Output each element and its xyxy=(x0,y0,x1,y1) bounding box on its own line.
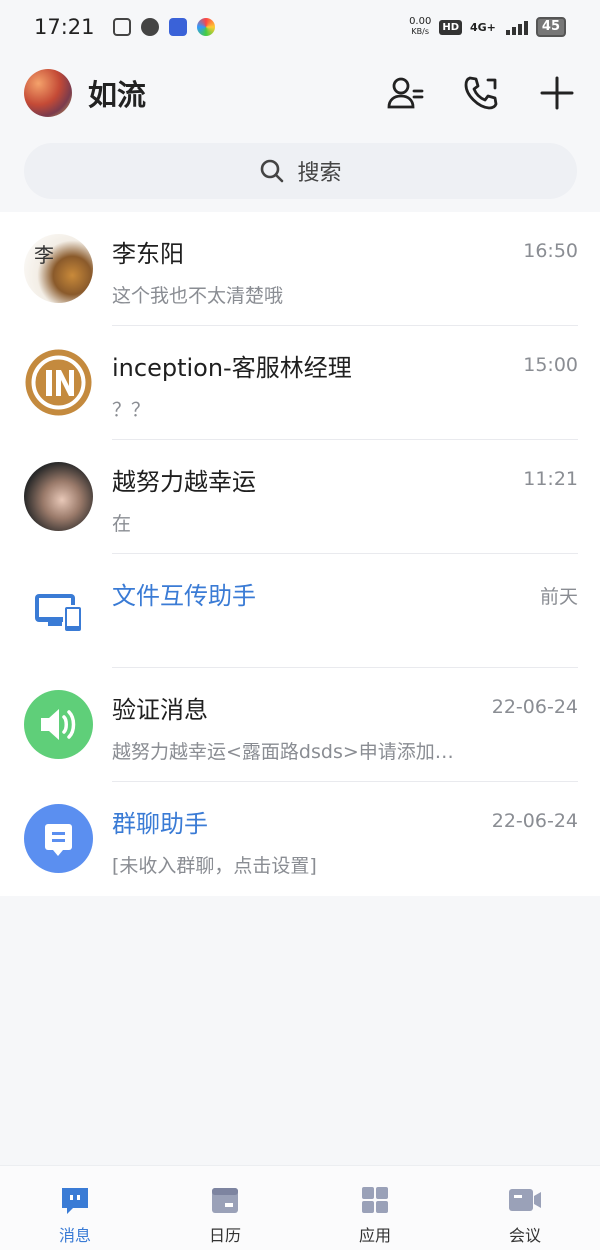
hd-badge: HD xyxy=(439,19,462,35)
notification-speed-icon xyxy=(140,18,159,36)
chat-avatar xyxy=(24,462,93,531)
chat-time: 15:00 xyxy=(523,354,578,376)
battery-icon: 45 xyxy=(535,17,566,37)
app-header: 如流 xyxy=(0,62,600,124)
status-right: 0.00 KB/s HD 4G+ 45 xyxy=(409,17,566,37)
chat-time: 11:21 xyxy=(523,468,578,490)
add-button[interactable] xyxy=(538,74,576,112)
plus-icon xyxy=(540,76,574,110)
status-notification-icons xyxy=(112,18,215,36)
chat-time: 16:50 xyxy=(523,240,578,262)
verify-avatar xyxy=(24,690,93,759)
phone-call-icon xyxy=(464,76,498,110)
chat-preview: 越努力越幸运<露面路dsds>申请添加… xyxy=(112,741,454,763)
net-speed-value: 0.00 xyxy=(409,16,432,27)
chat-time: 22-06-24 xyxy=(491,696,578,718)
chat-time: 22-06-24 xyxy=(491,810,578,832)
speaker-icon xyxy=(41,709,76,740)
chat-avatar xyxy=(24,348,93,417)
contacts-button[interactable] xyxy=(386,74,424,112)
network-type: 4G+ xyxy=(470,20,496,34)
nav-label: 消息 xyxy=(58,1226,91,1245)
nav-tab-apps[interactable]: 应用 xyxy=(300,1166,450,1250)
bottom-nav: 消息 日历 应用 会议 xyxy=(0,1165,600,1250)
search-placeholder: 搜索 xyxy=(297,161,342,186)
search-icon xyxy=(261,159,284,183)
page-title: 如流 xyxy=(88,78,147,112)
chat-name: 李东阳 xyxy=(112,240,184,268)
nav-label: 会议 xyxy=(508,1226,541,1245)
chat-name: inception-客服林经理 xyxy=(112,354,352,382)
group-assistant-avatar xyxy=(24,804,93,873)
header-actions xyxy=(386,74,576,112)
svg-text:李: 李 xyxy=(34,243,54,267)
net-speed: 0.00 KB/s xyxy=(409,17,431,37)
net-speed-unit: KB/s xyxy=(411,27,429,36)
chat-list: 李 李东阳 这个我也不太清楚哦 16:50 inception-客服林经理 ？？… xyxy=(0,212,600,896)
notification-app-icon xyxy=(112,18,131,36)
nav-tab-messages[interactable]: 消息 xyxy=(0,1166,150,1250)
contacts-icon xyxy=(387,77,424,109)
chat-item-yuenuli[interactable]: 越努力越幸运 在 11:21 xyxy=(0,440,600,554)
chat-item-file-transfer[interactable]: 文件互传助手 前天 xyxy=(0,554,600,668)
apps-grid-icon xyxy=(362,1187,388,1213)
notification-baidu-icon xyxy=(168,18,187,36)
video-meeting-icon xyxy=(509,1189,541,1211)
nav-label: 日历 xyxy=(208,1226,241,1245)
search-input[interactable]: 搜索 xyxy=(24,143,577,199)
file-transfer-avatar xyxy=(24,576,93,645)
chat-preview: ？？ xyxy=(112,399,151,421)
user-avatar[interactable] xyxy=(24,69,72,117)
chat-time: 前天 xyxy=(539,586,578,608)
chat-name: 文件互传助手 xyxy=(112,582,256,610)
notification-color-icon xyxy=(196,18,215,36)
nav-label: 应用 xyxy=(358,1226,391,1245)
status-time: 17:21 xyxy=(34,15,95,39)
calendar-icon xyxy=(212,1188,238,1213)
status-bar: 17:21 0.00 KB/s HD 4G+ 45 xyxy=(0,0,600,54)
chat-item-inception[interactable]: inception-客服林经理 ？？ 15:00 xyxy=(0,326,600,440)
chat-item-verify[interactable]: 验证消息 越努力越幸运<露面路dsds>申请添加… 22-06-24 xyxy=(0,668,600,782)
chat-item-group-assistant[interactable]: 群聊助手 [未收入群聊，点击设置] 22-06-24 xyxy=(0,782,600,896)
message-icon xyxy=(62,1188,88,1214)
devices-icon xyxy=(35,594,83,633)
call-button[interactable] xyxy=(462,74,500,112)
nav-tab-calendar[interactable]: 日历 xyxy=(150,1166,300,1250)
chat-preview: 在 xyxy=(112,513,132,535)
chat-item-li-dongyang[interactable]: 李 李东阳 这个我也不太清楚哦 16:50 xyxy=(0,212,600,326)
chat-avatar: 李 xyxy=(24,234,93,303)
chat-name: 越努力越幸运 xyxy=(112,468,256,496)
chat-preview: 这个我也不太清楚哦 xyxy=(112,285,284,307)
chat-preview: [未收入群聊，点击设置] xyxy=(112,855,317,877)
signal-icon xyxy=(505,19,528,35)
group-chat-icon xyxy=(45,824,72,856)
nav-tab-meeting[interactable]: 会议 xyxy=(450,1166,600,1250)
